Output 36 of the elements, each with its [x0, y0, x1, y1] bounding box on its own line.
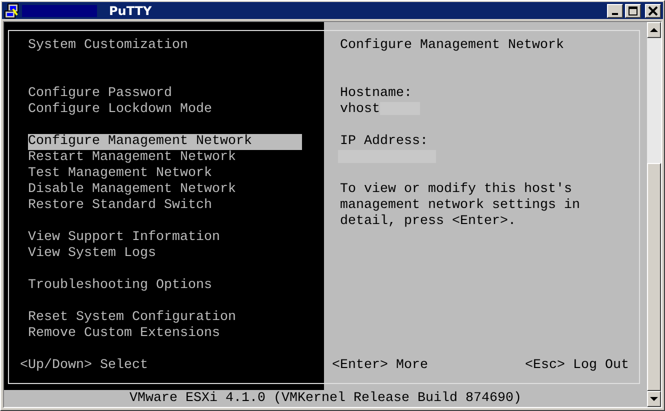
key-hint: <Enter> More: [332, 358, 428, 374]
menu-item[interactable]: Troubleshooting Options: [28, 278, 214, 294]
menu-item[interactable]: Reset System Configuration: [28, 310, 238, 326]
key-hint: <Up/Down> Select: [20, 358, 148, 373]
menu-item[interactable]: Remove Custom Extensions: [28, 326, 222, 342]
computer-icon: [4, 2, 20, 18]
menu-item[interactable]: Restore Standard Switch: [28, 198, 214, 214]
close-button[interactable]: [645, 4, 661, 18]
menu-item[interactable]: View System Logs: [28, 246, 158, 262]
status-text: VMware ESXi 4.1.0 (VMKernel Release Build 874690): [130, 391, 522, 406]
field-label: Hostname:: [340, 86, 412, 101]
menu-item[interactable]: Restart Management Network: [28, 150, 238, 166]
field-value: vhost: [340, 102, 380, 118]
panel-title: System Customization: [28, 38, 188, 53]
menu-item[interactable]: Test Management Network: [28, 166, 214, 182]
panel-title: Configure Management Network: [340, 38, 564, 53]
menu-item[interactable]: View Support Information: [28, 230, 222, 246]
scrollbar[interactable]: [647, 22, 661, 407]
menu-item[interactable]: Configure Management Network: [28, 134, 302, 150]
window-title: PuTTY: [109, 4, 152, 18]
minimize-icon: [612, 12, 618, 14]
scroll-thumb[interactable]: [647, 163, 661, 391]
description-text: To view or modify this host's management network settings in detail, press <Enter>.: [339, 182, 581, 230]
down-arrow-icon: [650, 395, 658, 403]
menu-item[interactable]: Disable Management Network: [28, 182, 238, 198]
minimize-button[interactable]: [607, 4, 623, 18]
menu-item[interactable]: Configure Password: [28, 86, 174, 102]
menu-item[interactable]: Configure Lockdown Mode: [28, 102, 214, 118]
key-hint: <Esc> Log Out: [525, 358, 629, 374]
maximize-button[interactable]: [625, 4, 641, 18]
maximize-icon: [628, 6, 638, 16]
field-label: IP Address:: [340, 134, 428, 149]
scroll-down-button[interactable]: [647, 391, 661, 407]
up-arrow-icon: [650, 26, 658, 34]
close-icon: [648, 6, 658, 16]
scroll-up-button[interactable]: [647, 22, 661, 38]
